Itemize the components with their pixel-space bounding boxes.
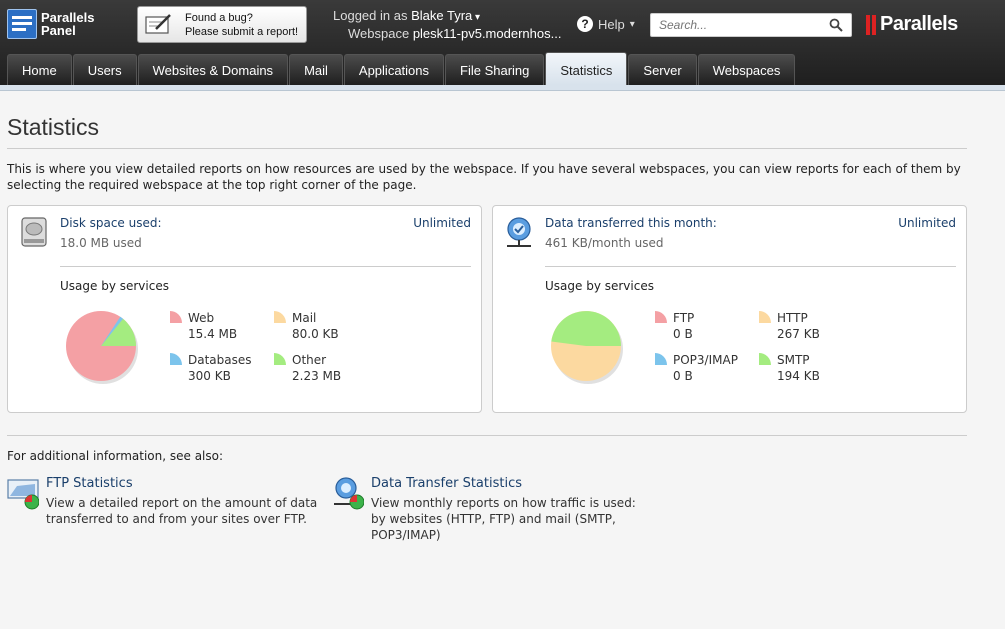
- pencil-note-icon: [145, 14, 171, 34]
- tab-home[interactable]: Home: [7, 54, 72, 85]
- tab-applications[interactable]: Applications: [343, 54, 445, 85]
- legend-smtp: SMTP 194 KB: [759, 352, 820, 384]
- disk-limit: Unlimited: [413, 216, 471, 230]
- parallels-bars-icon: [866, 14, 876, 35]
- data-transfer-statistics-desc: View monthly reports on how traffic is u…: [371, 496, 636, 542]
- traffic-title: Data transferred this month:: [545, 216, 717, 230]
- data-transfer-icon: [334, 477, 364, 510]
- logged-in-label: Logged in as: [333, 8, 408, 23]
- search-box: [650, 13, 852, 37]
- legend-http: HTTP 267 KB: [759, 310, 820, 342]
- logged-in-info: Logged in as Blake Tyra ▾: [333, 8, 480, 23]
- http-swatch: [759, 311, 771, 323]
- disk-title: Disk space used:: [60, 216, 162, 230]
- tab-users[interactable]: Users: [72, 54, 137, 85]
- page-intro: This is where you view detailed reports …: [7, 162, 961, 192]
- bug-line2: Please submit a report!: [185, 26, 299, 38]
- traffic-panel: Data transferred this month: Unlimited 4…: [492, 205, 967, 413]
- ftp-statistics-desc: View a detailed report on the amount of …: [46, 496, 318, 526]
- help-label: Help: [598, 16, 625, 32]
- data-transfer-link-block: Data Transfer Statistics View monthly re…: [332, 476, 652, 546]
- ftp-folder-icon: [7, 479, 39, 510]
- user-menu[interactable]: Blake Tyra: [411, 8, 472, 23]
- parallels-brand-logo: Parallels: [866, 13, 958, 36]
- legend-pop3-imap: POP3/IMAP 0 B: [655, 352, 738, 384]
- parallels-panel-logo[interactable]: Parallels Panel: [7, 9, 95, 39]
- mail-swatch: [274, 311, 286, 323]
- traffic-usage-pie: [551, 311, 623, 384]
- page-title: Statistics: [7, 114, 100, 140]
- tab-mail[interactable]: Mail: [289, 54, 343, 85]
- hard-disk-icon: [21, 217, 47, 247]
- legend-databases: Databases 300 KB: [170, 352, 252, 384]
- search-icon[interactable]: [829, 18, 843, 32]
- webspace-selector[interactable]: Webspace plesk11-pv5.modernhos...: [348, 26, 561, 41]
- legend-other: Other 2.23 MB: [274, 352, 341, 384]
- see-also-label: For additional information, see also:: [7, 449, 224, 463]
- traffic-usage-title: Usage by services: [545, 279, 654, 293]
- help-menu[interactable]: ? Help ▾: [577, 16, 635, 32]
- tab-statistics[interactable]: Statistics: [545, 52, 628, 85]
- tab-server[interactable]: Server: [628, 54, 697, 85]
- traffic-limit: Unlimited: [898, 216, 956, 230]
- chevron-down-icon[interactable]: ▾: [472, 12, 480, 23]
- brand-text: Parallels: [880, 13, 958, 35]
- databases-swatch: [170, 353, 182, 365]
- ftp-statistics-link-block: FTP Statistics View a detailed report on…: [7, 476, 327, 536]
- search-input[interactable]: [651, 14, 821, 36]
- legend-ftp: FTP 0 B: [655, 310, 694, 342]
- legend-web: Web 15.4 MB: [170, 310, 237, 342]
- tab-webspaces[interactable]: Webspaces: [697, 54, 796, 85]
- web-swatch: [170, 311, 182, 323]
- title-divider: [7, 148, 967, 149]
- webspace-label: Webspace: [348, 26, 410, 41]
- section-divider: [7, 435, 967, 436]
- ftp-statistics-link[interactable]: FTP Statistics: [46, 476, 133, 491]
- smtp-swatch: [759, 353, 771, 365]
- disk-space-panel: Disk space used: Unlimited 18.0 MB used …: [7, 205, 482, 413]
- help-icon: ?: [577, 16, 593, 32]
- disk-divider: [60, 266, 471, 267]
- main-tabs: Home Users Websites & Domains Mail Appli…: [7, 52, 796, 85]
- ftp-swatch: [655, 311, 667, 323]
- report-bug-button[interactable]: Found a bug? Please submit a report!: [137, 6, 307, 43]
- other-swatch: [274, 353, 286, 365]
- disk-usage-pie: [66, 311, 138, 384]
- data-transfer-statistics-link[interactable]: Data Transfer Statistics: [371, 476, 522, 491]
- traffic-divider: [545, 266, 956, 267]
- tab-websites-domains[interactable]: Websites & Domains: [137, 54, 289, 85]
- network-globe-icon: [507, 217, 531, 247]
- bug-line1: Found a bug?: [185, 12, 253, 24]
- legend-mail: Mail 80.0 KB: [274, 310, 339, 342]
- pop3-imap-swatch: [655, 353, 667, 365]
- disk-usage-title: Usage by services: [60, 279, 169, 293]
- panel-logo-icon: [7, 9, 37, 39]
- chevron-down-icon: ▾: [629, 18, 635, 30]
- logo-line2: Panel: [41, 23, 76, 38]
- webspace-value[interactable]: plesk11-pv5.modernhos...: [413, 26, 562, 41]
- tab-file-sharing[interactable]: File Sharing: [445, 54, 545, 85]
- disk-used: 18.0 MB used: [60, 236, 142, 250]
- traffic-used: 461 KB/month used: [545, 236, 664, 250]
